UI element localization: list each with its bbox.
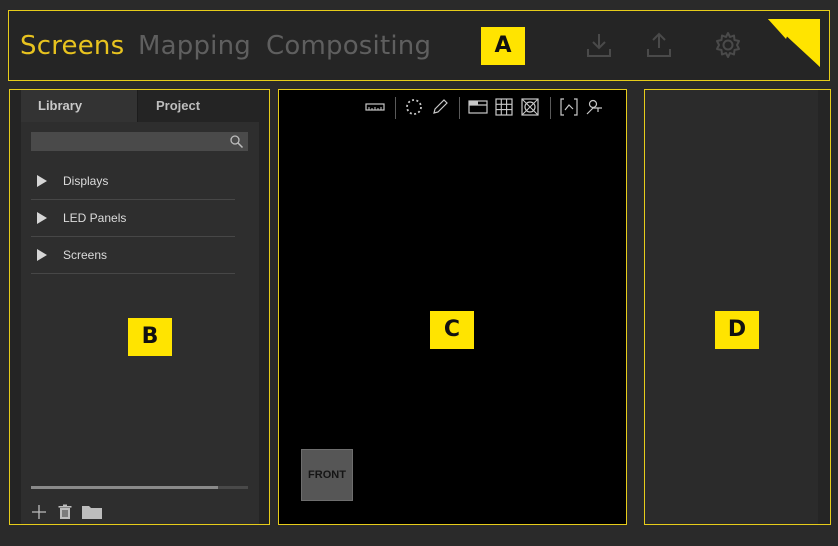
download-icon[interactable] (584, 30, 614, 60)
window-icon[interactable] (468, 97, 488, 117)
trash-icon[interactable] (57, 504, 73, 520)
logo-icon (768, 19, 820, 71)
tab-library[interactable]: Library (21, 90, 138, 122)
toolbar-separator (459, 97, 460, 119)
search-field[interactable] (31, 132, 248, 151)
tab-project[interactable]: Project (138, 90, 259, 122)
search-icon[interactable] (229, 134, 244, 149)
library-actions (31, 502, 131, 522)
viewport-toolbar (365, 97, 605, 119)
ruler-icon[interactable] (365, 97, 385, 117)
mode-tab-screens[interactable]: Screens (20, 31, 124, 61)
pencil-icon[interactable] (430, 97, 450, 117)
mode-tab-compositing[interactable]: Compositing (266, 31, 431, 61)
expand-arrow-icon[interactable] (37, 212, 47, 224)
add-icon[interactable] (31, 504, 47, 520)
region-tag-b: B (128, 318, 172, 356)
tree-item-label: Displays (63, 174, 109, 188)
scrollbar-thumb[interactable] (31, 486, 218, 489)
toolbar-separator (550, 97, 551, 119)
folder-icon[interactable] (81, 504, 103, 520)
horizontal-scrollbar[interactable] (31, 486, 248, 489)
region-tag-c: C (430, 311, 474, 349)
front-view-cube[interactable]: FRONT (301, 449, 353, 501)
fit-view-icon[interactable] (559, 97, 579, 117)
tree-item-label: Screens (63, 248, 108, 262)
properties-panel-body (645, 90, 818, 524)
crosshair-box-icon[interactable] (520, 97, 540, 117)
gear-icon[interactable] (713, 30, 743, 60)
viewport-panel[interactable]: C FRONT (278, 89, 627, 525)
tree-item-screens[interactable]: Screens (31, 237, 235, 274)
dotted-circle-icon[interactable] (404, 97, 424, 117)
search-input[interactable] (31, 132, 221, 151)
expand-arrow-icon[interactable] (37, 175, 47, 187)
region-tag-a: A (481, 27, 525, 65)
library-panel-body: Library Project Displays LED Panels Scre… (21, 90, 259, 524)
grid-icon[interactable] (494, 97, 514, 117)
library-panel: Library Project Displays LED Panels Scre… (9, 89, 270, 525)
expand-arrow-icon[interactable] (37, 249, 47, 261)
upload-icon[interactable] (644, 30, 674, 60)
top-bar: Screens Mapping Compositing A (8, 10, 830, 81)
tree-item-label: LED Panels (63, 211, 127, 225)
tree-item-led-panels[interactable]: LED Panels (31, 200, 235, 237)
mode-tab-mapping[interactable]: Mapping (138, 31, 251, 61)
region-tag-d: D (715, 311, 759, 349)
toolbar-separator (395, 97, 396, 119)
pivot-icon[interactable] (585, 97, 605, 117)
tree-item-displays[interactable]: Displays (31, 163, 235, 200)
library-tabs: Library Project (21, 90, 259, 122)
properties-panel: D (644, 89, 831, 525)
